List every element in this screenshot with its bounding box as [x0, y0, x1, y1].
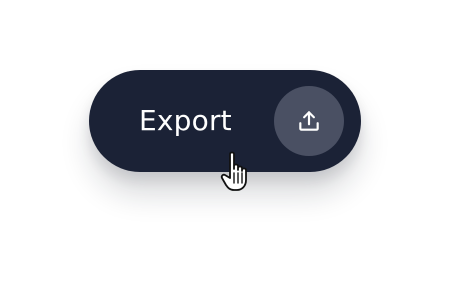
hand-pointer-icon: [220, 150, 260, 194]
canvas: Export: [0, 0, 451, 301]
upload-icon: [296, 108, 322, 134]
export-icon-circle: [274, 86, 344, 156]
export-button-label: Export: [139, 104, 232, 137]
